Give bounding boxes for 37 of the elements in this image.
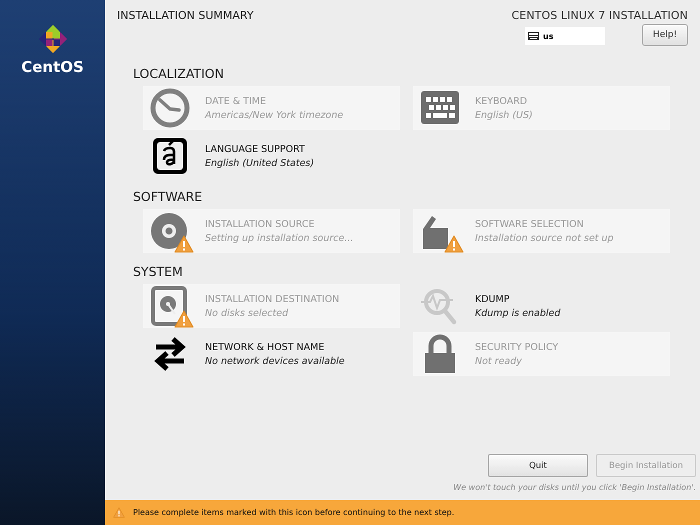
spoke-title: LANGUAGE SUPPORT bbox=[205, 144, 306, 154]
summary-spoke[interactable]: LANGUAGE SUPPORT English (United States) bbox=[143, 134, 400, 178]
page-title: INSTALLATION SUMMARY bbox=[117, 9, 254, 24]
clock-icon bbox=[150, 88, 190, 128]
spoke-title: NETWORK & HOST NAME bbox=[205, 342, 326, 352]
logo-text: CentOS bbox=[21, 58, 84, 76]
spoke-title: KEYBOARD bbox=[475, 96, 528, 106]
spoke-title: INSTALLATION SOURCE bbox=[205, 218, 316, 230]
spoke-status: Kdump is enabled bbox=[475, 308, 560, 318]
spoke-title: INSTALLATION DESTINATION bbox=[205, 294, 340, 304]
spoke-status: Americas/New York timezone bbox=[205, 110, 344, 120]
footer-note: We won't touch your disks until you click 'Begin Installation'. bbox=[453, 483, 696, 492]
spoke-status: No network devices available bbox=[205, 356, 345, 366]
logo-icon bbox=[38, 24, 68, 54]
summary-spoke[interactable]: NETWORK & HOST NAME No network devices available bbox=[143, 332, 400, 376]
spoke-status: English (US) bbox=[475, 110, 533, 120]
help-button[interactable]: Help! bbox=[642, 24, 688, 46]
section-title: LOCALIZATION bbox=[133, 66, 225, 81]
warning-message: Please complete items marked with this icon before continuing to the next step. bbox=[133, 508, 454, 517]
product-title: CENTOS LINUX 7 INSTALLATION bbox=[512, 9, 688, 22]
language-icon bbox=[150, 136, 190, 176]
spoke-title: SOFTWARE SELECTION bbox=[475, 218, 585, 230]
summary-spoke[interactable]: KDUMP Kdump is enabled bbox=[413, 284, 670, 328]
section-title: SOFTWARE bbox=[133, 189, 204, 204]
spoke-status: English (United States) bbox=[205, 158, 314, 168]
keyboard-layout-indicator[interactable]: us bbox=[525, 27, 605, 45]
spoke-title: KDUMP bbox=[475, 294, 510, 304]
spoke-title: DATE & TIME bbox=[205, 96, 267, 106]
spoke-status: No disks selected bbox=[205, 308, 290, 318]
disc-icon bbox=[150, 211, 190, 251]
warning-icon bbox=[113, 507, 125, 518]
spoke-status: Not ready bbox=[475, 356, 523, 366]
spoke-title: SECURITY POLICY bbox=[475, 342, 558, 352]
quit-button[interactable]: Quit bbox=[488, 454, 588, 477]
spoke-status: Installation source not set up bbox=[475, 232, 614, 244]
spoke-status: Setting up installation source... bbox=[205, 232, 354, 244]
section-title: SYSTEM bbox=[133, 264, 184, 279]
